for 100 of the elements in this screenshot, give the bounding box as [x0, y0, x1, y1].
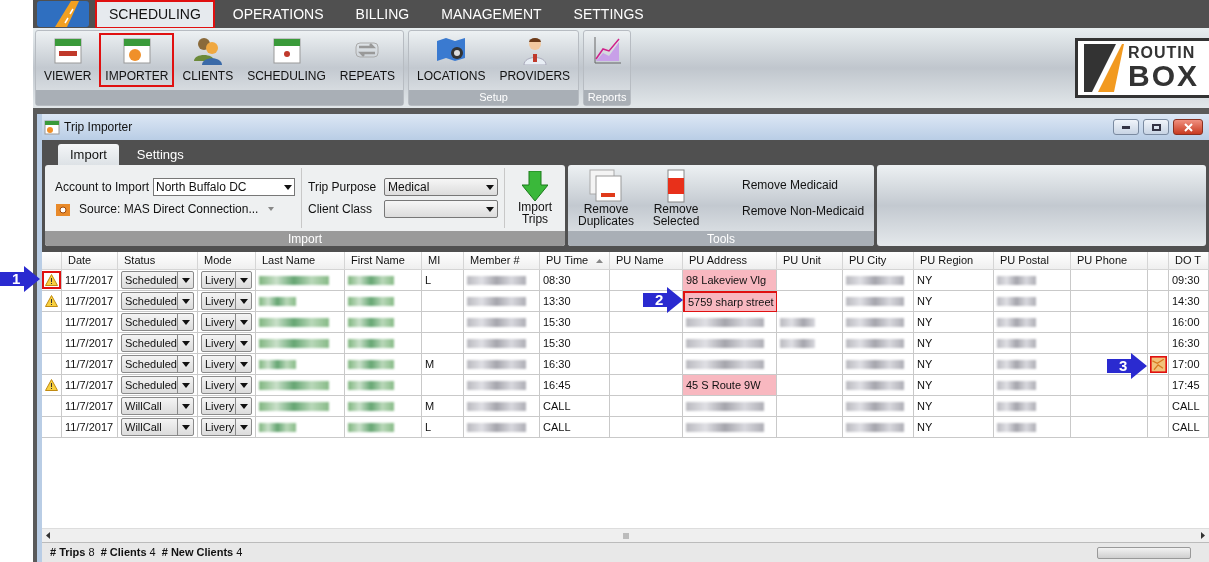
callout-arrow: 2: [643, 287, 683, 313]
callout-arrow: 1: [0, 266, 40, 292]
people-icon: [192, 35, 223, 65]
tool-button[interactable]: Remove Selected: [646, 169, 706, 227]
blurred-text: [846, 359, 904, 369]
blurred-text: [846, 401, 904, 411]
dropdown-caret-icon: [284, 184, 292, 190]
status-count: # Trips 8: [50, 545, 95, 561]
table-row[interactable]: 11/7/2017 Scheduled Livery 15:30 NY 16:00: [42, 312, 1209, 333]
window-title: Trip Importer: [64, 119, 133, 136]
status-dropdown[interactable]: Scheduled: [121, 313, 194, 331]
tool-menu-item[interactable]: Remove Non-Medicaid: [742, 202, 865, 220]
mode-dropdown[interactable]: Livery: [201, 418, 252, 436]
field-label: Account to Import: [55, 179, 150, 196]
table-cell: 5759 sharp street: [683, 291, 777, 312]
status-dropdown[interactable]: Scheduled: [121, 292, 194, 310]
dropdown-caret-icon: [181, 319, 190, 325]
folder-search-icon: [55, 201, 71, 217]
group-label: Import: [288, 230, 322, 248]
blurred-text: [846, 422, 904, 432]
status-dropdown[interactable]: WillCall: [121, 418, 194, 436]
minimize-button[interactable]: [1113, 119, 1139, 135]
status-dropdown[interactable]: Scheduled: [121, 376, 194, 394]
menu-tab[interactable]: SCHEDULING: [95, 0, 215, 29]
blurred-text: [348, 296, 394, 306]
field-label: Trip Purpose: [308, 179, 378, 196]
dropdown-caret-icon: [181, 340, 190, 346]
blurred-text: [259, 317, 329, 327]
scroll-left-icon: [46, 532, 50, 539]
routingbox-logo: ROUTIN BOX: [1075, 38, 1209, 98]
table-cell: [1148, 417, 1169, 438]
dropdown-caret-icon: [239, 340, 248, 346]
blurred-text: [997, 401, 1036, 411]
table-row[interactable]: 11/7/2017 Scheduled Livery L 08:30 98 Lakeview Vlg NY 09:30: [42, 270, 1209, 291]
blurred-text: [348, 359, 394, 369]
menu-tab[interactable]: MANAGEMENT: [427, 0, 556, 29]
dropdown-caret-icon: [181, 361, 190, 367]
menu-tab[interactable]: SETTINGS: [559, 0, 658, 29]
scroll-right-icon: [1201, 532, 1205, 539]
table-row[interactable]: 11/7/2017 Scheduled Livery 15:30 NY 16:30: [42, 333, 1209, 354]
dropdown-caret-icon: [239, 403, 248, 409]
menu-tab[interactable]: OPERATIONS: [218, 0, 338, 29]
ribbon-button[interactable]: SCHEDULING: [241, 33, 332, 87]
tool-menu-item[interactable]: Remove Medicaid: [742, 176, 865, 194]
download-arrow-icon: [522, 171, 548, 201]
calendar-icon: [52, 35, 83, 65]
blurred-text: [259, 359, 296, 369]
mode-dropdown[interactable]: Livery: [201, 292, 252, 310]
account-dropdown[interactable]: North Buffalo DC: [153, 178, 295, 196]
horizontal-scrollbar[interactable]: [42, 528, 1209, 542]
ribbon-button[interactable]: REPEATS: [333, 33, 401, 87]
calendar-icon: [121, 35, 152, 65]
maximize-button[interactable]: [1143, 119, 1169, 135]
blurred-text: [846, 338, 904, 348]
ribbon-button[interactable]: IMPORTER: [99, 33, 175, 87]
blurred-text: [997, 317, 1036, 327]
mode-dropdown[interactable]: Livery: [201, 271, 252, 289]
blurred-text: [846, 317, 904, 327]
blurred-text: [467, 422, 526, 432]
ribbon-button[interactable]: VIEWER: [38, 33, 98, 87]
ribbon-button[interactable]: CLIENTS: [176, 33, 240, 87]
status-dropdown[interactable]: Scheduled: [121, 355, 194, 373]
status-dropdown[interactable]: Scheduled: [121, 334, 194, 352]
menu-tab[interactable]: BILLING: [341, 0, 424, 29]
dropdown-caret-icon: [239, 361, 248, 367]
blurred-text: [467, 380, 526, 390]
mode-dropdown[interactable]: Livery: [201, 397, 252, 415]
mode-dropdown[interactable]: Livery: [201, 334, 252, 352]
blurred-text: [259, 338, 329, 348]
ribbon-button[interactable]: LOCATIONS: [410, 33, 492, 87]
client-class-dropdown[interactable]: [384, 200, 498, 218]
mode-dropdown[interactable]: Livery: [201, 376, 252, 394]
blurred-text: [348, 317, 394, 327]
table-row[interactable]: 11/7/2017 Scheduled Livery 16:45 45 S Route 9W NY 17:45: [42, 375, 1209, 396]
blurred-text: [467, 275, 526, 285]
blurred-text: [467, 317, 526, 327]
status-count: # Clients 4: [100, 545, 156, 561]
ribbon-button[interactable]: PROVIDERS: [493, 33, 577, 87]
tool-button[interactable]: Remove Duplicates: [576, 169, 636, 227]
window-tab[interactable]: Import: [58, 144, 119, 165]
calendar-icon: [271, 35, 302, 65]
table-row[interactable]: 11/7/2017 WillCall Livery M CALL NY CALL: [42, 396, 1209, 417]
status-dropdown[interactable]: WillCall: [121, 397, 194, 415]
import-trips-button[interactable]: Import Trips: [511, 171, 559, 225]
dropdown-caret-icon: [239, 298, 248, 304]
dropdown-caret-icon: [486, 184, 494, 190]
trip-purpose-dropdown[interactable]: Medical: [384, 178, 498, 196]
blurred-text: [467, 296, 526, 306]
table-row[interactable]: 11/7/2017 WillCall Livery L CALL NY CALL: [42, 417, 1209, 438]
blurred-text: [997, 338, 1036, 348]
documents-icon: [589, 169, 623, 203]
maximize-icon: [1151, 123, 1161, 131]
status-dropdown[interactable]: Scheduled: [121, 271, 194, 289]
table-cell: 98 Lakeview Vlg: [683, 270, 777, 291]
source-dropdown[interactable]: Source: MAS Direct Connection...: [79, 200, 275, 218]
table-cell: NY: [914, 417, 994, 438]
close-button[interactable]: [1173, 119, 1203, 135]
mode-dropdown[interactable]: Livery: [201, 313, 252, 331]
mode-dropdown[interactable]: Livery: [201, 355, 252, 373]
window-tab[interactable]: Settings: [124, 144, 196, 165]
